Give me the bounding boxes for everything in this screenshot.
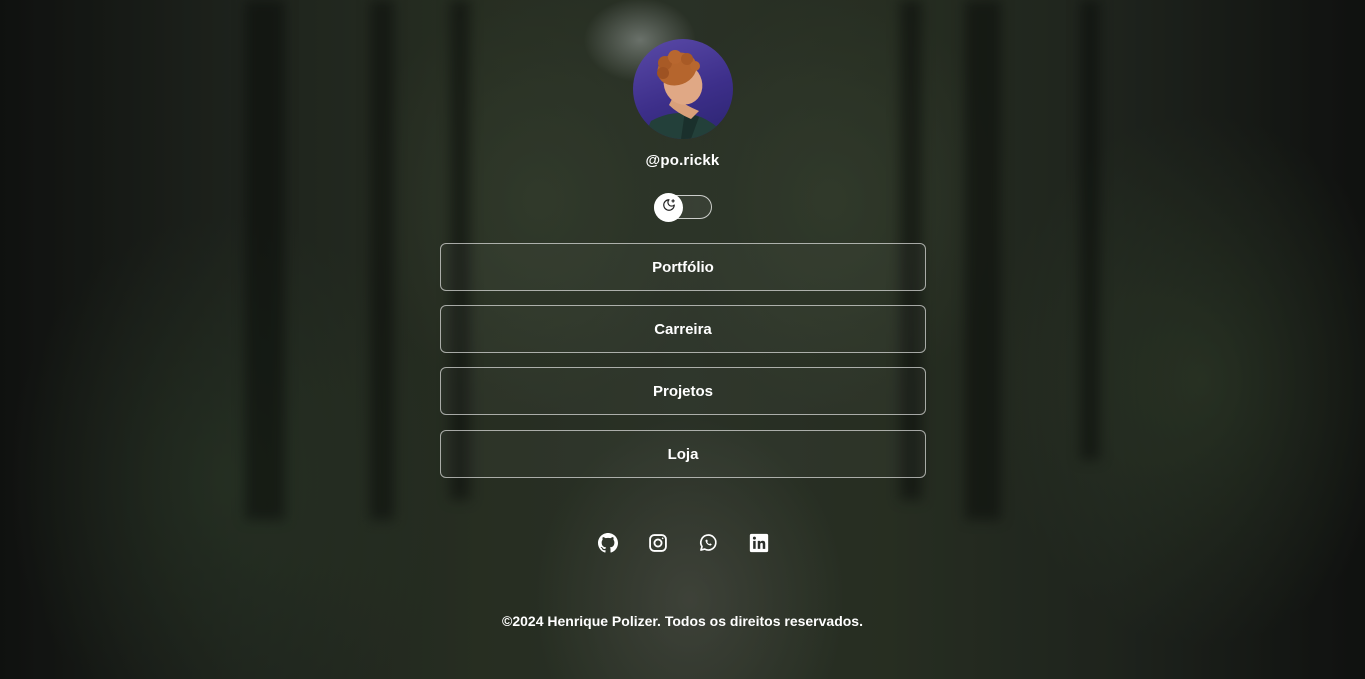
link-button-carreira[interactable]: Carreira <box>440 305 926 353</box>
profile-card: @po.rickk Portfólio Carreira Projetos Lo… <box>0 0 1365 679</box>
whatsapp-icon <box>698 533 718 558</box>
github-link[interactable] <box>597 532 619 558</box>
link-button-portfolio[interactable]: Portfólio <box>440 243 926 291</box>
instagram-link[interactable] <box>647 533 669 557</box>
theme-toggle-knob[interactable] <box>654 193 683 222</box>
username: @po.rickk <box>645 152 720 169</box>
footer-copyright: ©2024 Henrique Polizer. Todos os direito… <box>502 613 863 629</box>
page: @po.rickk Portfólio Carreira Projetos Lo… <box>0 0 1365 679</box>
theme-toggle[interactable] <box>654 193 712 222</box>
linkedin-link[interactable] <box>748 533 770 557</box>
avatar <box>633 39 733 139</box>
linkedin-icon <box>749 533 769 558</box>
link-button-loja[interactable]: Loja <box>440 430 926 478</box>
link-button-projetos[interactable]: Projetos <box>440 367 926 415</box>
instagram-icon <box>648 533 668 558</box>
github-icon <box>598 532 618 558</box>
moon-icon <box>662 198 676 217</box>
whatsapp-link[interactable] <box>697 533 719 557</box>
social-links <box>0 532 1365 559</box>
